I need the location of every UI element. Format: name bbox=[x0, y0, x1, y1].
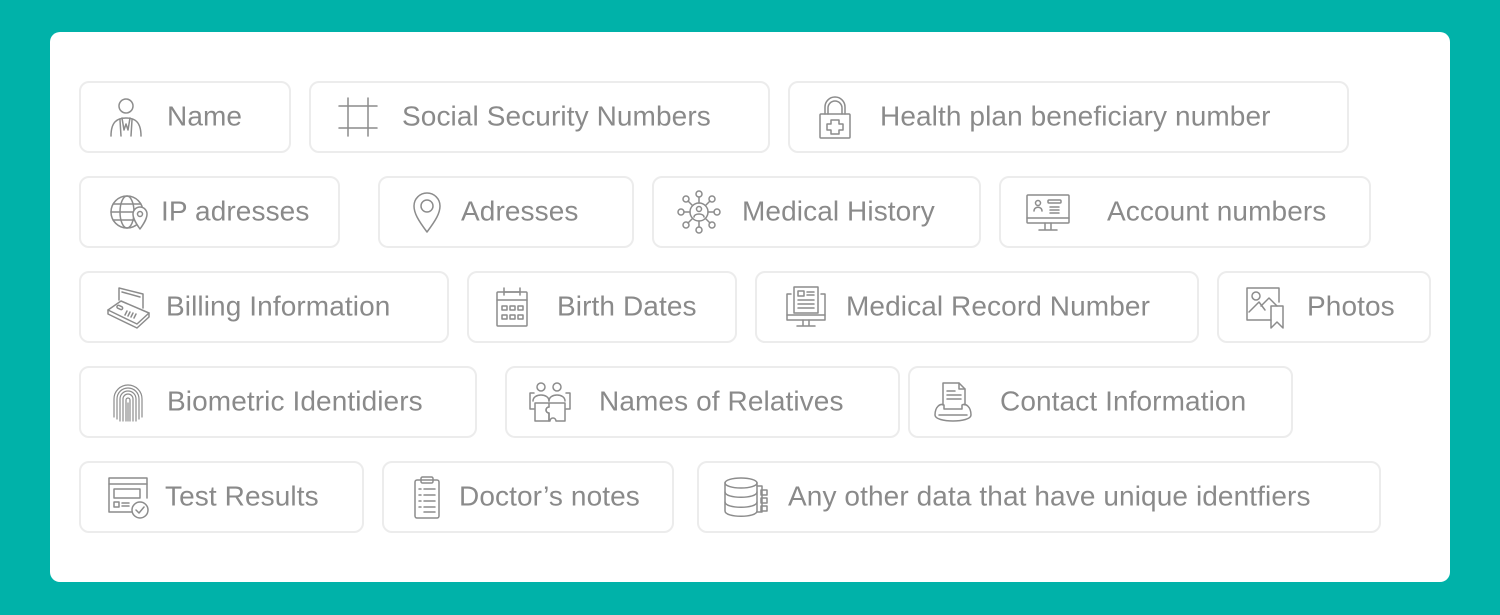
card-terminal-icon bbox=[103, 284, 153, 330]
tag-account-numbers[interactable]: Account numbers bbox=[999, 176, 1371, 248]
tag-test-results[interactable]: Test Results bbox=[79, 461, 364, 533]
tag-label: Adresses bbox=[461, 195, 579, 227]
tag-birth-dates[interactable]: Birth Dates bbox=[467, 271, 737, 343]
tag-doctors-notes[interactable]: Doctor’s notes bbox=[382, 461, 674, 533]
calendar-icon bbox=[487, 284, 537, 330]
database-icon bbox=[721, 474, 771, 520]
medical-lock-icon bbox=[810, 94, 860, 140]
tag-label: Names of Relatives bbox=[599, 385, 844, 417]
tag-label: Doctor’s notes bbox=[459, 480, 640, 512]
tag-ssn[interactable]: Social Security Numbers bbox=[309, 81, 770, 153]
monitor-document-icon bbox=[781, 284, 831, 330]
tag-billing-information[interactable]: Billing Information bbox=[79, 271, 449, 343]
tag-medical-record-number[interactable]: Medical Record Number bbox=[755, 271, 1199, 343]
tag-addresses[interactable]: Adresses bbox=[378, 176, 634, 248]
tag-label: Name bbox=[167, 100, 243, 132]
fingerprint-icon bbox=[103, 379, 153, 425]
tag-label: Biometric Identidiers bbox=[167, 385, 423, 417]
tag-label: IP adresses bbox=[161, 195, 310, 227]
tag-medical-history[interactable]: Medical History bbox=[652, 176, 981, 248]
tag-label: Test Results bbox=[165, 480, 319, 512]
photo-bookmark-icon bbox=[1241, 284, 1291, 330]
tag-label: Medical Record Number bbox=[846, 290, 1150, 322]
relatives-puzzle-icon bbox=[525, 379, 575, 425]
network-person-icon bbox=[674, 189, 724, 235]
tag-ip-addresses[interactable]: IP adresses bbox=[79, 176, 340, 248]
tag-names-of-relatives[interactable]: Names of Relatives bbox=[505, 366, 900, 438]
hash-frame-icon bbox=[333, 94, 383, 140]
report-check-icon bbox=[103, 474, 153, 520]
tag-label: Any other data that have unique identfie… bbox=[788, 480, 1311, 512]
person-suit-icon bbox=[101, 94, 151, 140]
tag-label: Billing Information bbox=[166, 290, 391, 322]
tag-health-plan[interactable]: Health plan beneficiary number bbox=[788, 81, 1349, 153]
phone-document-icon bbox=[928, 379, 978, 425]
tag-label: Social Security Numbers bbox=[402, 100, 711, 132]
location-pin-icon bbox=[402, 189, 452, 235]
globe-pin-icon bbox=[105, 189, 155, 235]
tag-label: Account numbers bbox=[1107, 195, 1327, 227]
tag-biometric-identifiers[interactable]: Biometric Identidiers bbox=[79, 366, 477, 438]
clipboard-icon bbox=[402, 474, 452, 520]
identifiers-card: Name Social Security Numbers Health plan… bbox=[50, 32, 1450, 582]
tag-label: Health plan beneficiary number bbox=[880, 100, 1271, 132]
tag-name[interactable]: Name bbox=[79, 81, 291, 153]
tag-other-unique-identifiers[interactable]: Any other data that have unique identfie… bbox=[697, 461, 1381, 533]
tag-photos[interactable]: Photos bbox=[1217, 271, 1431, 343]
tag-label: Photos bbox=[1307, 290, 1395, 322]
tag-label: Birth Dates bbox=[557, 290, 697, 322]
tag-label: Contact Information bbox=[1000, 385, 1247, 417]
tag-label: Medical History bbox=[742, 195, 935, 227]
tag-contact-information[interactable]: Contact Information bbox=[908, 366, 1293, 438]
monitor-profile-icon bbox=[1023, 189, 1073, 235]
